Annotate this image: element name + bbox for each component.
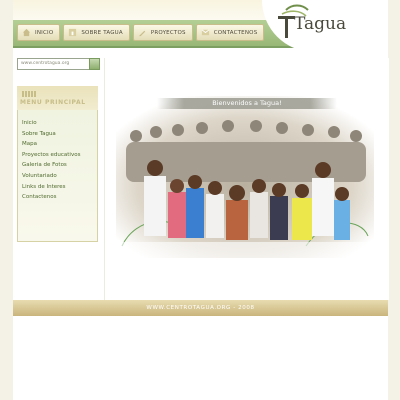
menu-item-links-de-interes[interactable]: Links de Interes (22, 182, 80, 193)
brand-name: Tagua (294, 14, 347, 34)
search-button[interactable] (89, 58, 100, 70)
menu-list: Inicio Sobre Tagua Mapa Proyectos educat… (22, 118, 80, 203)
menu-item-mapa[interactable]: Mapa (22, 139, 80, 150)
menu-item-inicio[interactable]: Inicio (22, 118, 80, 129)
nav-inicio-label: INICIO (35, 29, 54, 36)
welcome-banner: Bienvenidos a Tagua! (157, 98, 337, 109)
menu-pattern-icon (22, 91, 36, 97)
menu-item-proyectos-educativos[interactable]: Proyectos educativos (22, 150, 80, 161)
house-icon (22, 28, 31, 37)
nav-contactenos[interactable]: CONTACTENOS (195, 24, 265, 41)
sidebar-menu-header (17, 86, 98, 110)
nav-proyectos-label: PROYECTOS (150, 29, 186, 36)
info-icon (69, 28, 77, 37)
banner-photo (116, 96, 374, 258)
nav-proyectos[interactable]: PROYECTOS (132, 24, 193, 41)
menu-item-contactenos[interactable]: Contactenos (22, 192, 80, 203)
pencil-icon (138, 30, 146, 37)
menu-item-galeria-de-fotos[interactable]: Galeria de Fotos (22, 160, 80, 171)
menu-item-voluntariado[interactable]: Voluntariado (22, 171, 80, 182)
menu-title: MENU PRINCIPAL (20, 99, 86, 106)
nav-inicio[interactable]: INICIO (17, 24, 61, 41)
top-nav: INICIO SOBRE TAGUA PROYECTOS CONTACTENOS (17, 24, 265, 41)
search-input[interactable]: www.centrotagua.org (17, 58, 99, 70)
mail-icon (201, 29, 210, 36)
nav-contactenos-label: CONTACTENOS (213, 29, 258, 36)
menu-item-sobre-tagua[interactable]: Sobre Tagua (22, 129, 80, 140)
nav-sobre-tagua-label: SOBRE TAGUA (81, 29, 123, 36)
nav-sobre-tagua[interactable]: SOBRE TAGUA (63, 24, 130, 41)
footer: WWW.CENTROTAGUA.ORG - 2008 (13, 300, 388, 316)
